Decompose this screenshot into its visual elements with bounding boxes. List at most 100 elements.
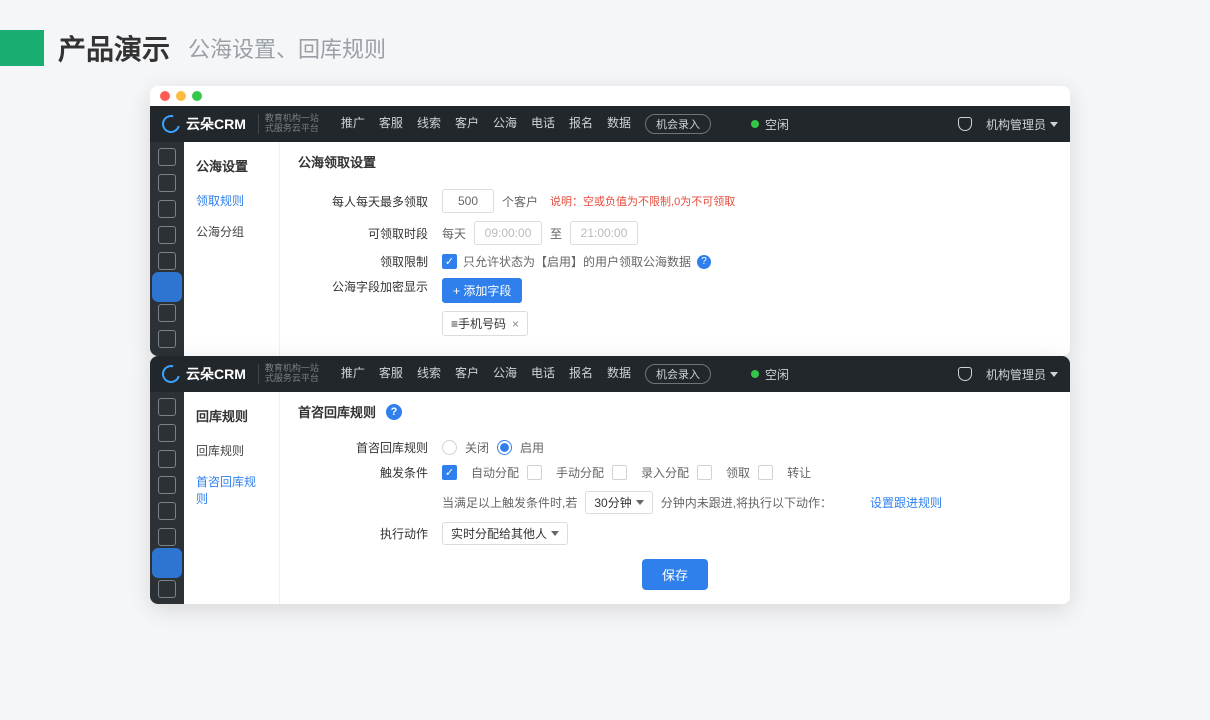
- brand-tagline: 教育机构一站式服务云平台: [258, 364, 319, 384]
- rail-chart-icon[interactable]: [158, 200, 176, 218]
- zoom-icon[interactable]: [192, 91, 202, 101]
- nav-data[interactable]: 数据: [607, 114, 631, 134]
- rail-dashboard-icon[interactable]: [158, 148, 176, 166]
- slide-accent: [0, 30, 44, 66]
- topbar: 云朵CRM 教育机构一站式服务云平台 推广 客服 线索 客户 公海 电话 报名 …: [150, 106, 1070, 142]
- checkbox-enabled-only[interactable]: ✓: [442, 254, 457, 269]
- nav-leads[interactable]: 线索: [417, 114, 441, 134]
- nav-opportunity-entry[interactable]: 机会录入: [645, 364, 711, 384]
- brand-logo[interactable]: 云朵CRM 教育机构一站式服务云平台: [162, 114, 319, 134]
- rail-recycle-icon[interactable]: [158, 304, 176, 322]
- rail-clipboard-icon[interactable]: [158, 502, 176, 520]
- sidebar-title: 回库规则: [184, 400, 279, 435]
- rail-sea-icon[interactable]: [158, 528, 176, 546]
- status-indicator-icon: [751, 370, 759, 378]
- close-icon[interactable]: [160, 91, 170, 101]
- brand-mark-icon: [159, 112, 184, 137]
- chevron-down-icon: [636, 500, 644, 505]
- sidebar-item-sea-groups[interactable]: 公海分组: [184, 216, 279, 247]
- section-title: 首咨回库规则: [298, 402, 376, 421]
- bell-icon[interactable]: [958, 117, 972, 131]
- nav-public-sea[interactable]: 公海: [493, 114, 517, 134]
- label-action: 执行动作: [298, 525, 428, 542]
- rail-chart-icon[interactable]: [158, 450, 176, 468]
- chevron-down-icon: [1050, 372, 1058, 377]
- rail-clipboard-icon[interactable]: [158, 252, 176, 270]
- input-time-from[interactable]: [474, 221, 542, 245]
- nav-signup[interactable]: 报名: [569, 114, 593, 134]
- radio-off-label: 关闭: [465, 439, 489, 456]
- user-role-dropdown[interactable]: 机构管理员: [986, 366, 1058, 383]
- input-daily-limit[interactable]: [442, 189, 494, 213]
- window-controls: [150, 86, 1070, 106]
- brand-logo[interactable]: 云朵CRM 教育机构一站式服务云平台: [162, 364, 319, 384]
- user-role-label: 机构管理员: [986, 116, 1046, 133]
- status-text[interactable]: 空闲: [765, 366, 789, 383]
- user-role-dropdown[interactable]: 机构管理员: [986, 116, 1058, 133]
- rail-people-icon[interactable]: [158, 580, 176, 598]
- rail-shield-icon[interactable]: [158, 174, 176, 192]
- nav-leads[interactable]: 线索: [417, 364, 441, 384]
- window-return-rules: 云朵CRM 教育机构一站式服务云平台 推广 客服 线索 客户 公海 电话 报名 …: [150, 356, 1070, 604]
- chevron-down-icon: [551, 531, 559, 536]
- nav-service[interactable]: 客服: [379, 114, 403, 134]
- rail-dashboard-icon[interactable]: [158, 398, 176, 416]
- bell-icon[interactable]: [958, 367, 972, 381]
- radio-on-label: 启用: [520, 439, 544, 456]
- nav-signup[interactable]: 报名: [569, 364, 593, 384]
- rail-user-icon[interactable]: [158, 226, 176, 244]
- sidebar: 公海设置 领取规则 公海分组: [184, 142, 280, 356]
- save-button[interactable]: 保存: [642, 559, 708, 590]
- chk-claim[interactable]: ✓: [697, 465, 712, 480]
- trigger-sentence-a: 当满足以上触发条件时,若: [442, 494, 577, 511]
- trigger-sentence-b: 分钟内未跟进,将执行以下动作：: [661, 494, 832, 511]
- link-followup-rules[interactable]: 设置跟进规则: [870, 494, 942, 511]
- radio-on[interactable]: [497, 440, 512, 455]
- add-field-button[interactable]: + 添加字段: [442, 278, 522, 303]
- rail-people-icon[interactable]: [158, 330, 176, 348]
- nav-public-sea[interactable]: 公海: [493, 364, 517, 384]
- radio-off[interactable]: [442, 440, 457, 455]
- icon-rail: [150, 392, 184, 604]
- icon-rail: [150, 142, 184, 356]
- rail-sea-icon[interactable]: [158, 278, 176, 296]
- chk-manual-assign[interactable]: ✓: [527, 465, 542, 480]
- sidebar-item-claim-rules[interactable]: 领取规则: [184, 185, 279, 216]
- nav-opportunity-entry[interactable]: 机会录入: [645, 114, 711, 134]
- status-text[interactable]: 空闲: [765, 116, 789, 133]
- brand-name: 云朵CRM: [186, 364, 246, 384]
- limit-note: 说明：空或负值为不限制,0为不可领取: [550, 193, 735, 209]
- section-title: 公海领取设置: [298, 152, 376, 171]
- nav-customers[interactable]: 客户: [455, 114, 479, 134]
- rail-recycle-icon[interactable]: [158, 554, 176, 572]
- text-to: 至: [550, 225, 562, 242]
- nav-phone[interactable]: 电话: [531, 364, 555, 384]
- select-action[interactable]: 实时分配给其他人: [442, 522, 568, 545]
- minimize-icon[interactable]: [176, 91, 186, 101]
- chk-auto-assign[interactable]: ✓: [442, 465, 457, 480]
- rail-shield-icon[interactable]: [158, 424, 176, 442]
- help-icon[interactable]: ?: [697, 255, 711, 269]
- nav-promo[interactable]: 推广: [341, 114, 365, 134]
- select-duration[interactable]: 30分钟: [585, 491, 652, 514]
- nav-promo[interactable]: 推广: [341, 364, 365, 384]
- nav-service[interactable]: 客服: [379, 364, 403, 384]
- nav-phone[interactable]: 电话: [531, 114, 555, 134]
- content-area: 公海领取设置 每人每天最多领取 个客户 说明：空或负值为不限制,0为不可领取 可…: [280, 142, 1070, 356]
- window-public-sea: 云朵CRM 教育机构一站式服务云平台 推广 客服 线索 客户 公海 电话 报名 …: [150, 86, 1070, 356]
- chk-transfer[interactable]: ✓: [758, 465, 773, 480]
- chk-entry-assign[interactable]: ✓: [612, 465, 627, 480]
- sidebar-item-return-rules[interactable]: 回库规则: [184, 435, 279, 466]
- sidebar-item-first-consult-rules[interactable]: 首咨回库规则: [184, 466, 279, 514]
- label-restriction: 领取限制: [298, 253, 428, 270]
- nav-data[interactable]: 数据: [607, 364, 631, 384]
- slide-title: 产品演示: [58, 28, 170, 68]
- input-time-to[interactable]: [570, 221, 638, 245]
- sidebar-title: 公海设置: [184, 150, 279, 185]
- help-icon[interactable]: ?: [386, 404, 402, 420]
- top-nav: 推广 客服 线索 客户 公海 电话 报名 数据 机会录入: [341, 364, 711, 384]
- rail-user-icon[interactable]: [158, 476, 176, 494]
- nav-customers[interactable]: 客户: [455, 364, 479, 384]
- chip-remove-icon[interactable]: ×: [512, 317, 519, 331]
- chip-phone-field[interactable]: ≡手机号码 ×: [442, 311, 528, 336]
